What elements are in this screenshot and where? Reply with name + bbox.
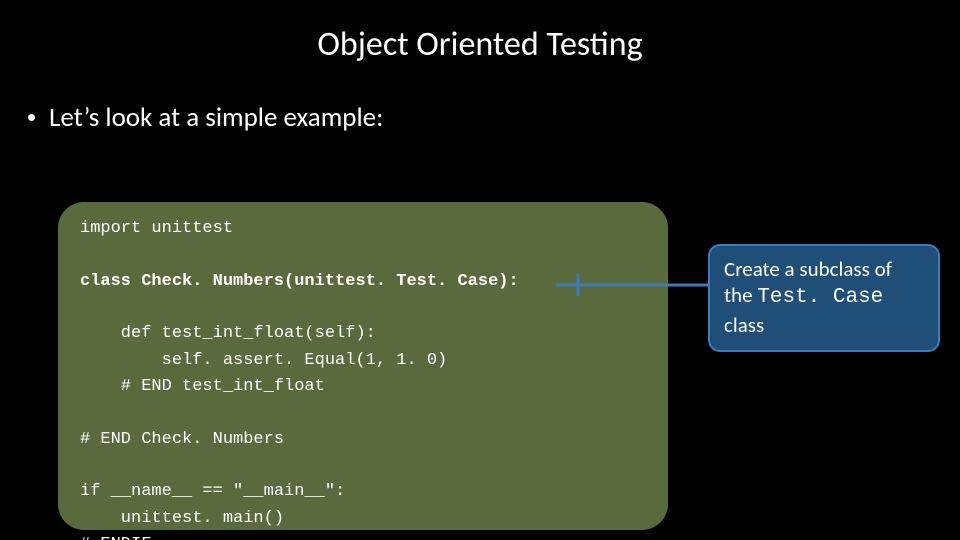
code-line: if __name__ == "__main__":: [80, 479, 646, 505]
code-line-class: class Check. Numbers(unittest. Test. Cas…: [80, 269, 646, 295]
code-line: self. assert. Equal(1, 1. 0): [80, 348, 646, 374]
code-line: def test_int_float(self):: [80, 321, 646, 347]
code-blank: [80, 400, 646, 426]
code-line: unittest. main(): [80, 506, 646, 532]
code-line: import unittest: [80, 216, 646, 242]
code-line: # END Check. Numbers: [80, 427, 646, 453]
code-line: # END test_int_float: [80, 374, 646, 400]
code-line: # ENDIF: [80, 532, 646, 540]
bullet-item: Let’s look at a simple example:: [28, 101, 960, 134]
code-block: import unittest class Check. Numbers(uni…: [58, 202, 668, 530]
callout-box: Create a subclass of the Test. Case clas…: [708, 244, 940, 352]
code-blank: [80, 453, 646, 479]
slide-title: Object Oriented Testing: [0, 24, 960, 65]
callout-text-mono: Test. Case: [757, 286, 883, 309]
bullet-dot-icon: [28, 114, 35, 121]
code-blank: [80, 242, 646, 268]
code-blank: [80, 295, 646, 321]
bullet-text: Let’s look at a simple example:: [49, 101, 383, 134]
callout-text-post: class: [724, 312, 764, 338]
